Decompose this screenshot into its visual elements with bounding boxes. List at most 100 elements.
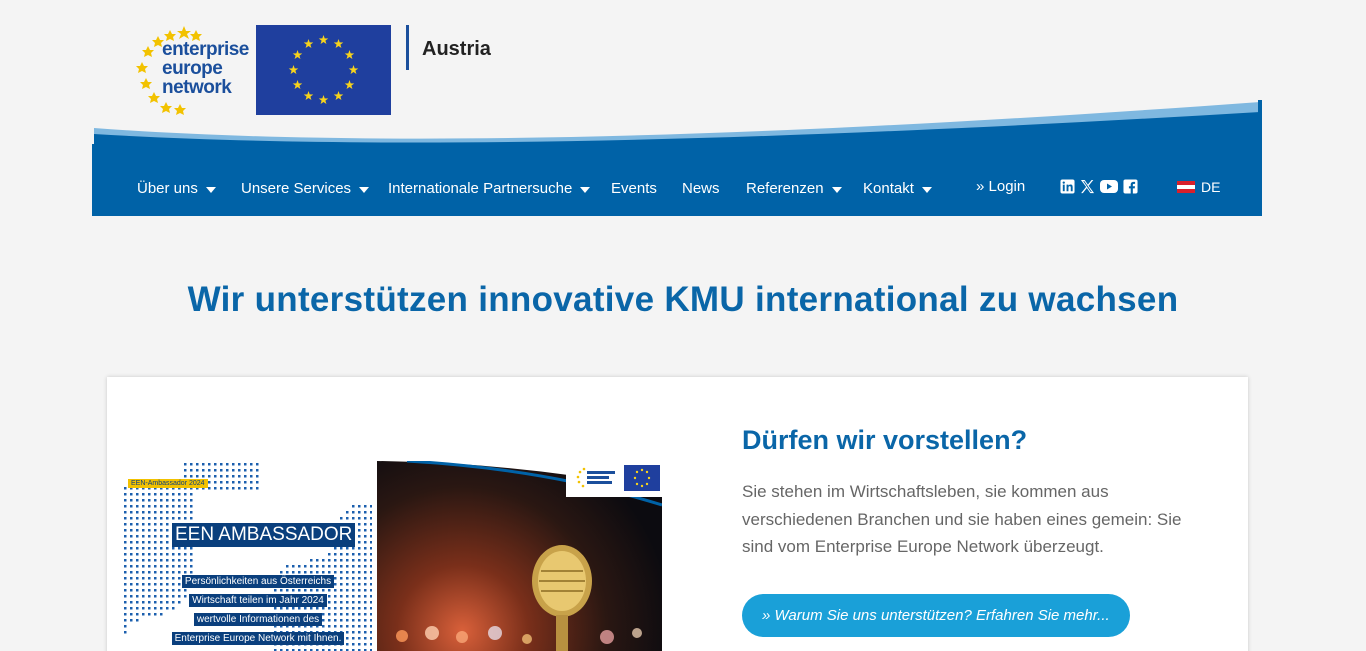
facebook-icon[interactable] (1123, 179, 1138, 194)
map-dot (136, 517, 139, 520)
map-dot (130, 505, 133, 508)
nav-item-events[interactable]: Events (611, 180, 657, 197)
map-dot (184, 511, 187, 514)
map-dot (250, 469, 253, 472)
chevron-down-icon (921, 187, 932, 193)
map-dot (364, 553, 367, 556)
map-dot (142, 571, 145, 574)
map-dot (178, 499, 181, 502)
learn-more-button[interactable]: » Warum Sie uns unterstützen? Erfahren S… (742, 594, 1130, 637)
ambassador-promo-image[interactable]: EEN-Ambassador 2024 EEN AMBASSADOR Persö… (122, 461, 662, 651)
nav-item-news[interactable]: News (682, 180, 720, 197)
map-dot (160, 559, 163, 562)
map-dot (190, 475, 193, 478)
youtube-icon[interactable] (1100, 179, 1118, 194)
map-dot (136, 541, 139, 544)
map-dot (370, 625, 372, 628)
map-dot (148, 493, 151, 496)
map-dot (136, 583, 139, 586)
chevron-down-icon (580, 187, 591, 193)
map-dot (148, 559, 151, 562)
map-dot (148, 511, 151, 514)
map-dot (136, 493, 139, 496)
map-dot (310, 559, 313, 562)
map-dot (256, 475, 259, 478)
map-dot (172, 547, 175, 550)
nav-item-kontakt[interactable]: Kontakt (863, 180, 932, 197)
map-dot (148, 547, 151, 550)
map-dot (364, 637, 367, 640)
map-dot (130, 535, 133, 538)
map-dot (358, 523, 361, 526)
map-dot (328, 553, 331, 556)
map-dot (130, 613, 133, 616)
map-dot (148, 541, 151, 544)
map-dot (136, 499, 139, 502)
ambassador-line: wertvolle Informationen des (193, 613, 323, 626)
map-dot (220, 481, 223, 484)
map-dot (130, 511, 133, 514)
austria-flag-icon (1177, 181, 1195, 193)
map-dot (148, 595, 151, 598)
map-dot (370, 601, 372, 604)
map-dot (358, 631, 361, 634)
nav-item-services[interactable]: Unsere Services (241, 180, 370, 197)
map-dot (172, 511, 175, 514)
x-icon[interactable] (1080, 179, 1095, 194)
map-dot (190, 559, 193, 562)
map-dot (160, 541, 163, 544)
map-dot (214, 475, 217, 478)
country-label: Austria (422, 38, 491, 60)
nav-label: Internationale Partnersuche (388, 180, 573, 197)
language-switcher[interactable]: DE (1177, 179, 1220, 195)
map-dot (130, 493, 133, 496)
map-dot (124, 535, 127, 538)
map-dot (154, 511, 157, 514)
linkedin-icon[interactable] (1060, 179, 1075, 194)
map-dot (130, 541, 133, 544)
promo-eu-flag-icon (566, 461, 662, 497)
map-dot (328, 565, 331, 568)
map-dot (172, 517, 175, 520)
card-title: Dürfen wir vorstellen? (742, 425, 1028, 455)
map-dot (160, 499, 163, 502)
map-dot (148, 601, 151, 604)
map-dot (232, 481, 235, 484)
map-dot (364, 601, 367, 604)
map-dot (358, 571, 361, 574)
nav-item-ueber-uns[interactable]: Über uns (137, 180, 216, 197)
ambassador-line: Enterprise Europe Network mit Ihnen. (171, 632, 345, 645)
map-dot (166, 553, 169, 556)
nav-item-referenzen[interactable]: Referenzen (746, 180, 842, 197)
map-dot (238, 463, 241, 466)
login-link[interactable]: » Login (976, 178, 1025, 195)
nav-label: News (682, 180, 720, 197)
map-dot (208, 469, 211, 472)
een-logo-wordmark[interactable]: enterprise europe network (162, 40, 249, 97)
map-dot (142, 565, 145, 568)
map-dot (292, 565, 295, 568)
map-dot (130, 499, 133, 502)
map-dot (370, 631, 372, 634)
map-dot (154, 493, 157, 496)
map-dot (244, 475, 247, 478)
map-dot (124, 619, 127, 622)
map-dot (160, 553, 163, 556)
map-dot (142, 535, 145, 538)
nav-label: Events (611, 180, 657, 197)
map-dot (358, 535, 361, 538)
map-dot (370, 535, 372, 538)
map-dot (334, 553, 337, 556)
map-dot (364, 577, 367, 580)
map-dot (364, 559, 367, 562)
nav-item-partnersuche[interactable]: Internationale Partnersuche (388, 180, 591, 197)
map-dot (172, 493, 175, 496)
map-dot (190, 511, 193, 514)
map-dot (142, 523, 145, 526)
map-dot (130, 577, 133, 580)
map-dot (178, 517, 181, 520)
map-dot (142, 583, 145, 586)
map-dot (154, 565, 157, 568)
map-dot (160, 529, 163, 532)
logo-line-3: network (162, 77, 232, 98)
